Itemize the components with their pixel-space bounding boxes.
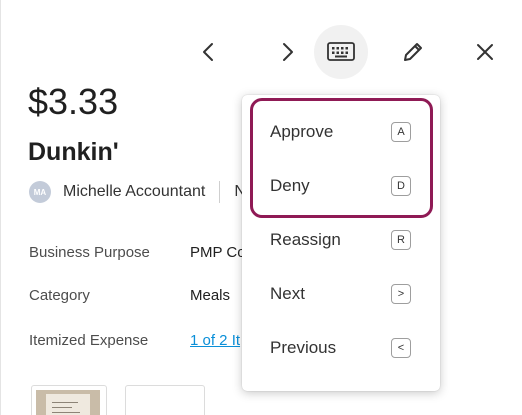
pencil-icon	[401, 40, 425, 64]
itemized-expense-label: Itemized Expense	[29, 332, 149, 349]
expense-amount: $3.33	[28, 81, 119, 122]
shortcut-key-badge: <	[391, 338, 411, 358]
expense-detail-panel: $3.33 Dunkin' MA Michelle Accountant N B…	[0, 0, 522, 415]
shortcut-key-badge: >	[391, 284, 411, 304]
edit-button[interactable]	[386, 25, 440, 79]
keyboard-shortcuts-button[interactable]	[314, 25, 368, 79]
add-attachment-thumbnail[interactable]	[125, 385, 205, 415]
menu-item-previous[interactable]: Previous <	[242, 322, 440, 376]
itemized-expense-link[interactable]: 1 of 2 It	[190, 332, 240, 349]
chevron-right-icon	[275, 40, 299, 64]
menu-item-reassign[interactable]: Reassign R	[242, 214, 440, 268]
category-label: Category	[29, 287, 90, 304]
submitter-name: Michelle Accountant	[63, 183, 206, 200]
receipt-thumbnail[interactable]	[31, 385, 107, 415]
keyboard-shortcuts-menu: Approve A Deny D Reassign R Next > Previ…	[242, 95, 440, 391]
receipt-text-line	[52, 412, 80, 413]
business-purpose-label: Business Purpose	[29, 244, 150, 261]
close-icon	[474, 41, 496, 63]
shortcut-key-badge: A	[391, 122, 411, 142]
chevron-left-icon	[197, 40, 221, 64]
menu-item-approve[interactable]: Approve A	[242, 106, 440, 160]
receipt-text-line	[52, 407, 72, 408]
next-button[interactable]	[260, 25, 314, 79]
merchant-name: Dunkin'	[28, 138, 119, 166]
panel-border	[0, 0, 1, 415]
previous-button[interactable]	[182, 25, 236, 79]
receipt-text-line	[52, 402, 78, 403]
divider	[219, 181, 221, 203]
itemized-expense-value: 1 of 2 It	[190, 332, 240, 349]
close-button[interactable]	[458, 25, 512, 79]
menu-item-next[interactable]: Next >	[242, 268, 440, 322]
avatar: MA	[29, 181, 51, 203]
menu-item-label: Next	[270, 284, 305, 303]
shortcut-key-badge: D	[391, 176, 411, 196]
menu-item-label: Approve	[270, 122, 334, 141]
keyboard-icon	[327, 42, 355, 62]
menu-item-label: Deny	[270, 176, 310, 195]
submitter-row: MA Michelle Accountant N	[29, 180, 246, 204]
menu-item-deny[interactable]: Deny D	[242, 160, 440, 214]
shortcut-key-badge: R	[391, 230, 411, 250]
business-purpose-value: PMP Co	[190, 244, 246, 261]
menu-item-label: Previous	[270, 338, 337, 357]
category-value: Meals	[190, 287, 231, 304]
menu-item-label: Reassign	[270, 230, 341, 249]
